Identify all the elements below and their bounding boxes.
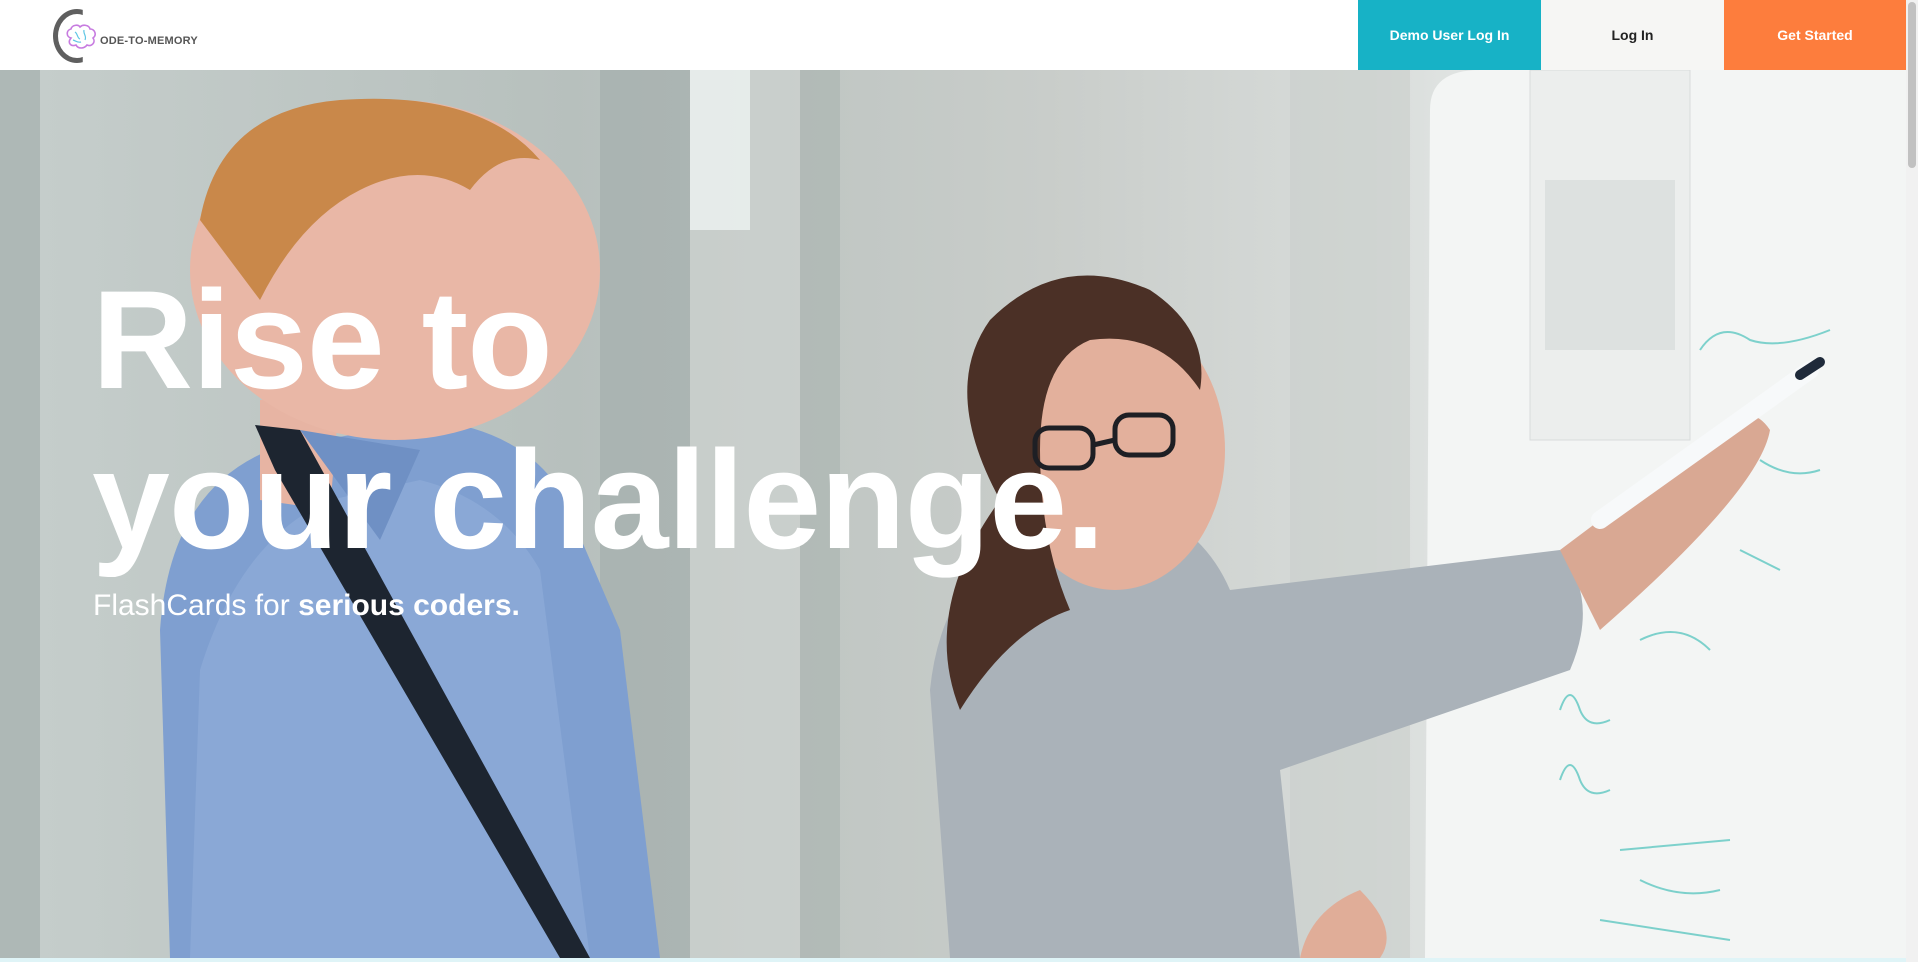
brain-icon [66, 24, 96, 49]
top-navbar: ODE-TO-MEMORY Demo User Log In Log In Ge… [0, 0, 1906, 70]
demo-login-button[interactable]: Demo User Log In [1358, 0, 1541, 70]
get-started-button[interactable]: Get Started [1724, 0, 1906, 70]
login-button[interactable]: Log In [1541, 0, 1724, 70]
hero-headline-line1: Rise to [92, 261, 553, 418]
logo-wordmark: ODE-TO-MEMORY [100, 35, 198, 47]
hero-section: Rise to your challenge. FlashCards for s… [0, 70, 1906, 958]
subheading-emphasis: serious coders. [298, 589, 520, 622]
hero-subheading: FlashCards for serious coders. [93, 589, 520, 623]
scrollbar-thumb[interactable] [1908, 2, 1916, 168]
brand-logo[interactable]: ODE-TO-MEMORY [53, 9, 203, 63]
next-section-edge [0, 958, 1906, 962]
subheading-regular: FlashCards for [93, 589, 299, 622]
hero-headline-line2: your challenge. [92, 421, 1105, 578]
hero-headline: Rise to your challenge. [92, 260, 1105, 580]
page-scrollbar[interactable] [1906, 0, 1918, 962]
